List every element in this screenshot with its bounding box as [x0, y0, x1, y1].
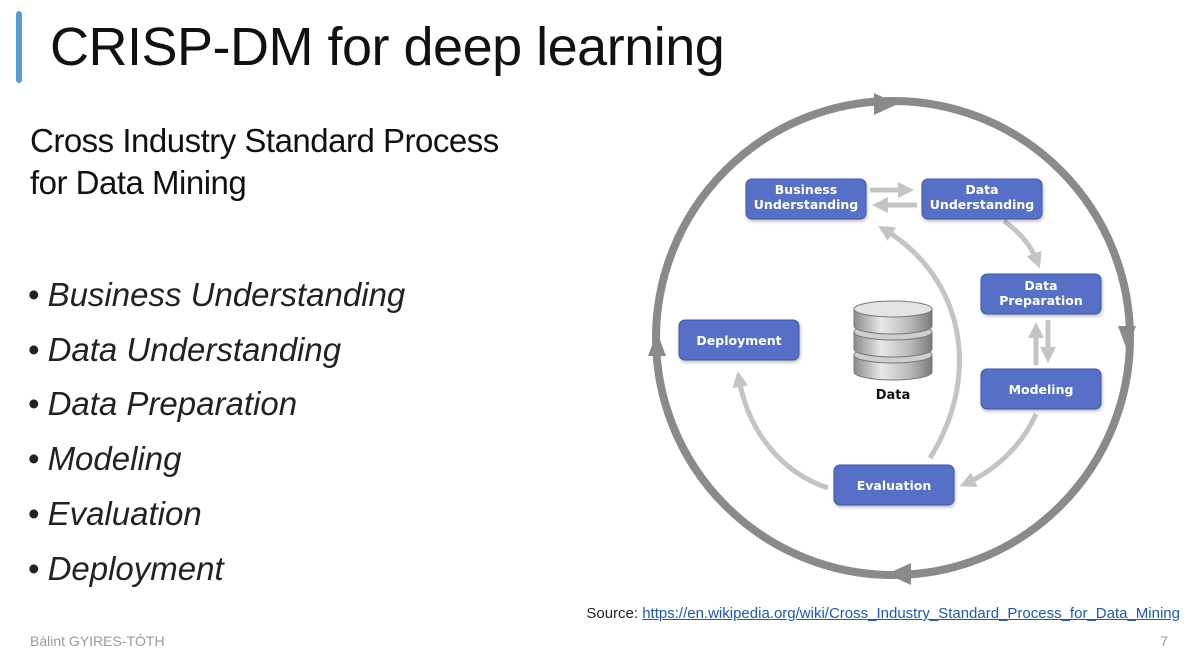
- box-label-line: Understanding: [754, 197, 858, 212]
- database-label: Data: [876, 388, 911, 403]
- source-citation: Source: https://en.wikipedia.org/wiki/Cr…: [586, 605, 1180, 622]
- database-icon: [853, 300, 933, 381]
- arrow-modeling-to-evaluation: [959, 412, 1039, 487]
- footer-author: Bálint GYIRES-TÓTH: [30, 633, 165, 649]
- arrow-data-understanding-to-preparation: [1002, 218, 1042, 269]
- ring-arrowhead-left: [648, 332, 666, 356]
- box-data-understanding: Data Understanding: [921, 178, 1043, 220]
- box-label-line: Business: [775, 182, 837, 197]
- box-label-line: Understanding: [930, 197, 1034, 212]
- box-label-line: Evaluation: [857, 478, 932, 493]
- box-label-line: Data: [1024, 278, 1057, 293]
- box-label-line: Data: [965, 182, 998, 197]
- arrow-evaluation-to-deployment: [732, 371, 829, 491]
- box-deployment: Deployment: [678, 319, 800, 361]
- box-label-line: Modeling: [1009, 382, 1074, 397]
- box-label-line: Preparation: [999, 293, 1083, 308]
- box-modeling: Modeling: [980, 368, 1102, 410]
- page-number: 7: [1160, 633, 1168, 649]
- box-business-understanding: Business Understanding: [745, 178, 867, 220]
- ring-arrowhead-top: [874, 93, 898, 115]
- box-data-preparation: Data Preparation: [980, 273, 1102, 315]
- box-label-line: Deployment: [696, 333, 781, 348]
- source-prefix: Source:: [586, 605, 643, 622]
- crisp-dm-diagram: Data Business Understanding Data Underst…: [648, 93, 1136, 585]
- source-link[interactable]: https://en.wikipedia.org/wiki/Cross_Indu…: [642, 605, 1180, 622]
- box-evaluation: Evaluation: [833, 464, 955, 506]
- ring-arrowhead-bottom: [887, 563, 911, 585]
